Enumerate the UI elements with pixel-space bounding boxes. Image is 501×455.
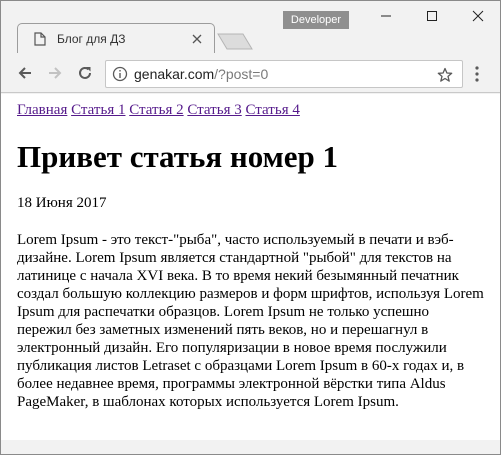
nav-link-article-4[interactable]: Статья 4 (245, 102, 299, 118)
post-date: 18 Июня 2017 (17, 195, 107, 211)
page-content: Главная Статья 1 Статья 2 Статья 3 Стать… (1, 94, 500, 440)
minimize-button[interactable] (363, 1, 409, 31)
developer-badge: Developer (283, 11, 349, 29)
url-text: genakar.com/?post=0 (134, 66, 268, 82)
url-path: /?post=0 (214, 66, 269, 82)
new-tab-button[interactable] (217, 33, 253, 50)
maximize-button[interactable] (409, 1, 455, 31)
url-host: genakar.com (134, 66, 215, 82)
nav-link-article-1[interactable]: Статья 1 (71, 102, 125, 118)
nav-link-article-2[interactable]: Статья 2 (129, 102, 183, 118)
close-window-button[interactable] (455, 1, 500, 31)
page-icon (32, 31, 48, 47)
browser-tab[interactable]: Блог для ДЗ (17, 23, 215, 53)
page-title: Привет статья номер 1 (17, 139, 339, 174)
address-bar[interactable]: genakar.com/?post=0 (105, 60, 463, 88)
window-bottom-border (1, 440, 500, 454)
close-tab-icon[interactable] (190, 32, 204, 46)
nav-link-home[interactable]: Главная (17, 102, 67, 118)
browser-window: Блог для ДЗ Developer genakar.com/?post=… (0, 0, 501, 455)
nav-link-article-3[interactable]: Статья 3 (187, 102, 241, 118)
forward-arrow-icon[interactable] (43, 61, 67, 85)
back-arrow-icon[interactable] (13, 61, 37, 85)
info-icon[interactable] (112, 66, 128, 82)
page-nav: Главная Статья 1 Статья 2 Статья 3 Стать… (17, 101, 484, 119)
star-icon[interactable] (436, 66, 454, 84)
reload-icon[interactable] (73, 61, 97, 85)
title-bar: Блог для ДЗ Developer (1, 1, 500, 53)
browser-toolbar: genakar.com/?post=0 (1, 53, 500, 93)
tab-title: Блог для ДЗ (57, 31, 126, 46)
post-body: Lorem Ipsum - это текст-"рыба", часто ис… (17, 232, 484, 410)
kebab-menu-icon[interactable] (467, 63, 487, 85)
